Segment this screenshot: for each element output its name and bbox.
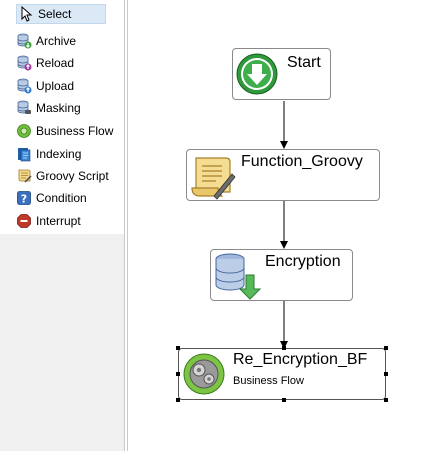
- node-function-groovy[interactable]: Function_Groovy: [186, 149, 380, 201]
- palette-item-indexing[interactable]: Indexing: [3, 144, 121, 164]
- palette-item-select[interactable]: Select: [16, 4, 106, 24]
- database-encryption-icon: [212, 251, 262, 301]
- node-start[interactable]: Start: [232, 48, 331, 100]
- selection-handle-sw[interactable]: [176, 398, 180, 402]
- palette-item-label: Reload: [36, 56, 75, 70]
- flow-canvas[interactable]: Start Function_Groovy Encryption Re_Encr…: [128, 0, 434, 451]
- selection-handle-s[interactable]: [282, 398, 286, 402]
- node-encryption[interactable]: Encryption: [210, 249, 353, 301]
- node-title: Start: [287, 54, 321, 71]
- database-masking-icon: [16, 100, 32, 116]
- indexing-icon: [16, 146, 32, 162]
- database-reload-icon: [16, 55, 32, 71]
- palette-item-label: Groovy Script: [36, 169, 109, 183]
- groovy-script-icon: [16, 168, 32, 184]
- node-subtitle: Business Flow: [233, 375, 304, 387]
- selection-handle-w[interactable]: [176, 372, 180, 376]
- condition-icon: ?: [16, 190, 32, 206]
- palette-item-label: Indexing: [36, 147, 82, 161]
- start-arrow-icon: [235, 52, 279, 96]
- selection-handle-n[interactable]: [282, 346, 286, 350]
- palette-item-reload[interactable]: Reload: [3, 53, 121, 73]
- palette-item-business-flow[interactable]: Business Flow: [3, 121, 121, 141]
- business-flow-icon: [16, 123, 32, 139]
- palette-item-label: Masking: [36, 101, 81, 115]
- selection-handle-se[interactable]: [384, 398, 388, 402]
- tool-palette: Select Archive Reload Upload Masking Bus…: [0, 0, 124, 451]
- selection-handle-ne[interactable]: [384, 346, 388, 350]
- database-upload-icon: [16, 78, 32, 94]
- palette-item-label: Condition: [36, 191, 87, 205]
- palette-item-label: Select: [38, 7, 72, 21]
- palette-item-label: Archive: [36, 34, 77, 48]
- palette-item-masking[interactable]: Masking: [3, 98, 121, 118]
- interrupt-icon: [16, 213, 32, 229]
- palette-item-interrupt[interactable]: Interrupt: [3, 211, 121, 231]
- palette-item-label: Business Flow: [36, 124, 114, 138]
- database-archive-icon: [16, 33, 32, 49]
- palette-item-groovy-script[interactable]: Groovy Script: [3, 166, 121, 186]
- scroll-script-icon: [188, 152, 236, 200]
- gears-icon: [182, 352, 226, 396]
- node-title: Function_Groovy: [241, 153, 363, 170]
- cursor-icon: [18, 6, 34, 22]
- node-title: Re_Encryption_BF: [233, 351, 368, 368]
- selection-handle-nw[interactable]: [176, 346, 180, 350]
- palette-item-label: Interrupt: [36, 214, 81, 228]
- palette-item-upload[interactable]: Upload: [3, 76, 121, 96]
- palette-item-archive[interactable]: Archive: [3, 31, 121, 51]
- node-title: Encryption: [265, 253, 341, 270]
- svg-text:?: ?: [21, 193, 27, 206]
- tool-palette-list: Select Archive Reload Upload Masking Bus…: [0, 0, 124, 234]
- node-re-encryption-bf[interactable]: Re_Encryption_BF Business Flow: [178, 348, 386, 400]
- palette-item-label: Upload: [36, 79, 75, 93]
- selection-handle-e[interactable]: [384, 372, 388, 376]
- palette-item-condition[interactable]: ? Condition: [3, 188, 121, 208]
